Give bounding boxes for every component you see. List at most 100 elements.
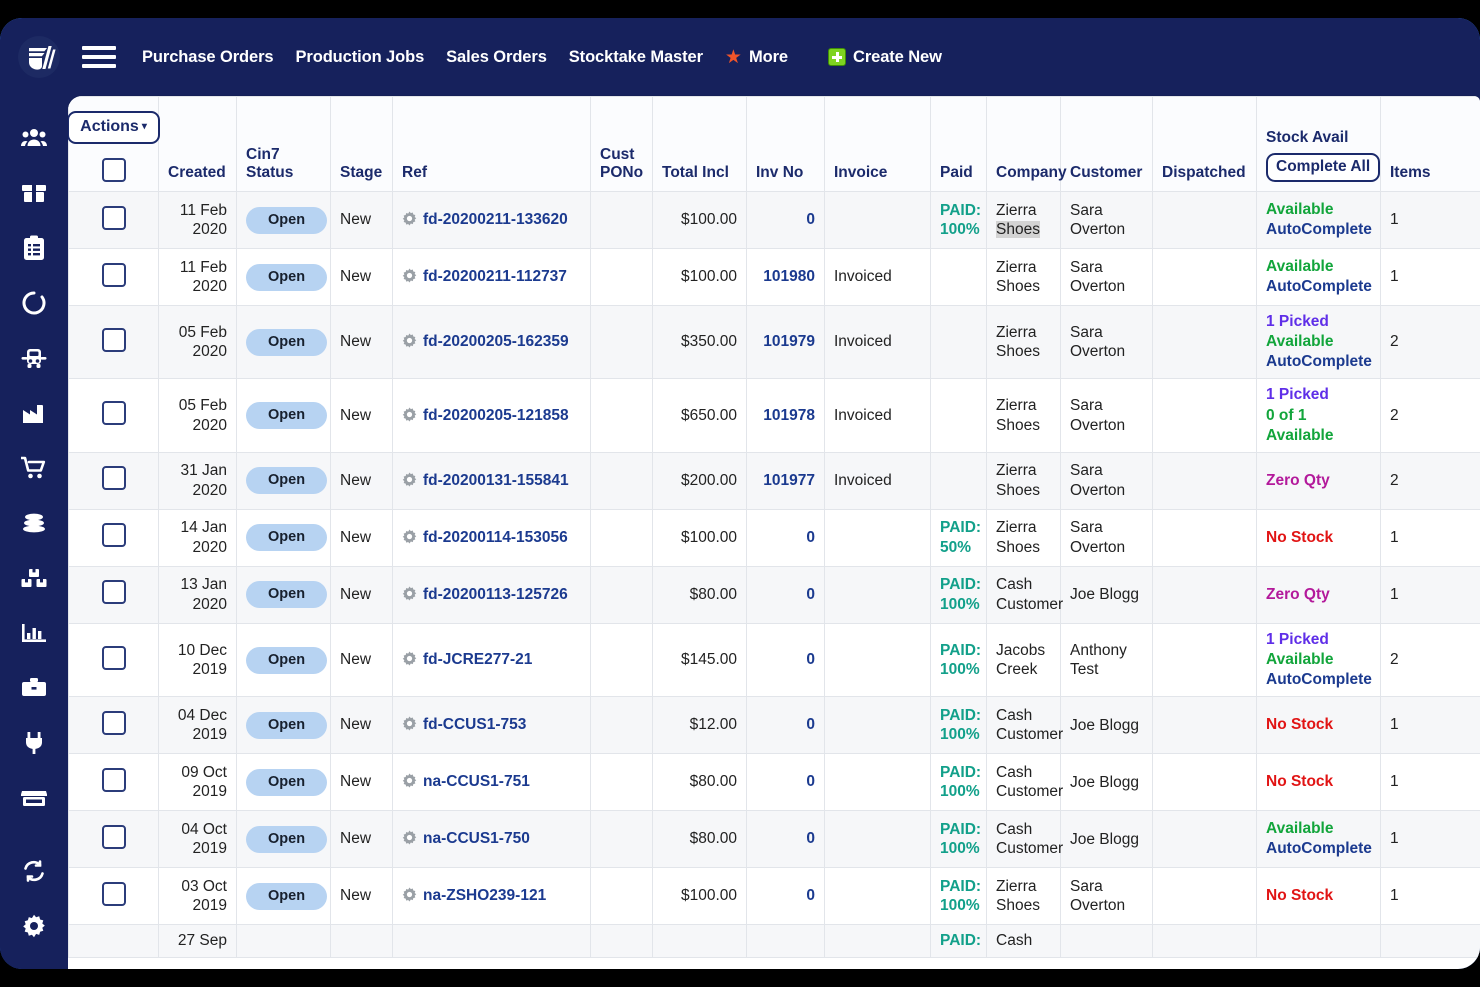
status-badge[interactable]: Open — [246, 712, 327, 739]
sidebar-item-reports[interactable] — [0, 605, 68, 660]
sidebar-item-users[interactable] — [0, 110, 68, 165]
status-badge[interactable]: Open — [246, 207, 327, 234]
sidebar-item-projects[interactable] — [0, 660, 68, 715]
table-row[interactable]: 10 Dec2019OpenNewfd-JCRE277-21$145.000PA… — [69, 623, 1480, 696]
nav-production-jobs[interactable]: Production Jobs — [295, 48, 424, 67]
table-row[interactable]: 11 Feb2020OpenNewfd-20200211-112737$100.… — [69, 249, 1480, 306]
th-company[interactable]: Company — [987, 97, 1061, 192]
cell-inv-no[interactable]: 0 — [747, 868, 825, 925]
cin7-logo[interactable] — [8, 26, 70, 88]
table-row[interactable]: 11 Feb2020OpenNewfd-20200211-133620$100.… — [69, 192, 1480, 249]
status-badge[interactable]: Open — [246, 826, 327, 853]
ref-link[interactable]: na-ZSHO239-121 — [423, 887, 546, 904]
ref-link[interactable]: fd-20200211-133620 — [423, 211, 568, 228]
status-badge[interactable]: Open — [246, 524, 327, 551]
th-cust-pono[interactable]: Cust PONo — [591, 97, 653, 192]
cell-inv-no[interactable]: 101979 — [747, 306, 825, 379]
sidebar-item-inventory[interactable] — [0, 165, 68, 220]
gear-icon[interactable] — [402, 586, 417, 601]
nav-purchase-orders[interactable]: Purchase Orders — [142, 48, 273, 67]
cell-inv-no[interactable]: 0 — [747, 192, 825, 249]
ref-link[interactable]: fd-20200205-162359 — [423, 333, 569, 350]
status-badge[interactable]: Open — [246, 581, 327, 608]
row-checkbox[interactable] — [102, 825, 126, 849]
nav-create-new[interactable]: Create New — [828, 48, 942, 67]
sidebar-item-pos[interactable] — [0, 770, 68, 825]
cell-inv-no[interactable]: 0 — [747, 623, 825, 696]
gear-icon[interactable] — [402, 211, 417, 226]
row-checkbox[interactable] — [102, 263, 126, 287]
actions-button[interactable]: Actions▾ — [68, 111, 160, 144]
stock-status-line[interactable]: AutoComplete — [1266, 220, 1371, 240]
sidebar-item-settings[interactable] — [0, 898, 68, 953]
cell-inv-no[interactable]: 0 — [747, 811, 825, 868]
cell-inv-no[interactable]: 0 — [747, 509, 825, 566]
nav-more[interactable]: ★ More — [725, 48, 788, 67]
row-checkbox[interactable] — [102, 768, 126, 792]
sidebar-item-sales[interactable] — [0, 440, 68, 495]
stock-status-line[interactable]: AutoComplete — [1266, 670, 1371, 690]
table-row[interactable]: 05 Feb2020OpenNewfd-20200205-162359$350.… — [69, 306, 1480, 379]
status-badge[interactable]: Open — [246, 647, 327, 674]
ref-link[interactable]: na-CCUS1-750 — [423, 830, 530, 847]
th-inv-no[interactable]: Inv No — [747, 97, 825, 192]
th-dispatched[interactable]: Dispatched — [1153, 97, 1257, 192]
stock-status-line[interactable]: AutoComplete — [1266, 839, 1371, 859]
gear-icon[interactable] — [402, 887, 417, 902]
cell-inv-no[interactable]: 0 — [747, 697, 825, 754]
gear-icon[interactable] — [402, 333, 417, 348]
row-checkbox[interactable] — [102, 646, 126, 670]
th-ref[interactable]: Ref — [393, 97, 591, 192]
ref-link[interactable]: fd-20200113-125726 — [423, 586, 568, 603]
cell-inv-no[interactable]: 0 — [747, 566, 825, 623]
stock-status-line[interactable]: AutoComplete — [1266, 352, 1371, 372]
ref-link[interactable]: fd-JCRE277-21 — [423, 651, 532, 668]
th-stage[interactable]: Stage — [331, 97, 393, 192]
table-row-partial[interactable]: 27 SepPAID:Cash — [69, 925, 1480, 957]
row-checkbox[interactable] — [102, 401, 126, 425]
table-row[interactable]: 03 Oct2019OpenNewna-ZSHO239-121$100.000P… — [69, 868, 1480, 925]
th-cin7-status[interactable]: Cin7 Status — [237, 97, 331, 192]
gear-icon[interactable] — [402, 651, 417, 666]
hamburger-icon[interactable] — [82, 42, 116, 72]
row-checkbox[interactable] — [102, 466, 126, 490]
sidebar-item-sync[interactable] — [0, 843, 68, 898]
th-items[interactable]: Items — [1381, 97, 1480, 192]
status-badge[interactable]: Open — [246, 883, 327, 910]
gear-icon[interactable] — [402, 830, 417, 845]
th-customer[interactable]: Customer — [1061, 97, 1153, 192]
sidebar-item-production[interactable] — [0, 385, 68, 440]
sidebar-item-warehouse[interactable] — [0, 550, 68, 605]
row-checkbox[interactable] — [102, 328, 126, 352]
cell-inv-no[interactable]: 0 — [747, 754, 825, 811]
nav-sales-orders[interactable]: Sales Orders — [446, 48, 547, 67]
table-row[interactable]: 04 Oct2019OpenNewna-CCUS1-750$80.000PAID… — [69, 811, 1480, 868]
gear-icon[interactable] — [402, 268, 417, 283]
row-checkbox[interactable] — [102, 711, 126, 735]
select-all-checkbox[interactable] — [102, 158, 126, 182]
th-paid[interactable]: Paid — [931, 97, 987, 192]
cell-inv-no[interactable]: 101977 — [747, 452, 825, 509]
sidebar-item-processing[interactable] — [0, 275, 68, 330]
ref-link[interactable]: fd-20200114-153056 — [423, 529, 568, 546]
status-badge[interactable]: Open — [246, 264, 327, 291]
gear-icon[interactable] — [402, 529, 417, 544]
row-checkbox[interactable] — [102, 882, 126, 906]
table-row[interactable]: 04 Dec2019OpenNewfd-CCUS1-753$12.000PAID… — [69, 697, 1480, 754]
gear-icon[interactable] — [402, 773, 417, 788]
th-invoice[interactable]: Invoice — [825, 97, 931, 192]
status-badge[interactable]: Open — [246, 769, 327, 796]
row-checkbox[interactable] — [102, 206, 126, 230]
stock-status-line[interactable]: AutoComplete — [1266, 277, 1371, 297]
row-checkbox[interactable] — [102, 523, 126, 547]
ref-link[interactable]: na-CCUS1-751 — [423, 773, 530, 790]
table-row[interactable]: 05 Feb2020OpenNewfd-20200205-121858$650.… — [69, 379, 1480, 452]
row-checkbox[interactable] — [102, 580, 126, 604]
ref-link[interactable]: fd-20200131-155841 — [423, 472, 569, 489]
gear-icon[interactable] — [402, 407, 417, 422]
sidebar-item-finance[interactable] — [0, 495, 68, 550]
table-row[interactable]: 09 Oct2019OpenNewna-CCUS1-751$80.000PAID… — [69, 754, 1480, 811]
sidebar-item-integrations[interactable] — [0, 715, 68, 770]
status-badge[interactable]: Open — [246, 329, 327, 356]
ref-link[interactable]: fd-20200205-121858 — [423, 407, 569, 424]
